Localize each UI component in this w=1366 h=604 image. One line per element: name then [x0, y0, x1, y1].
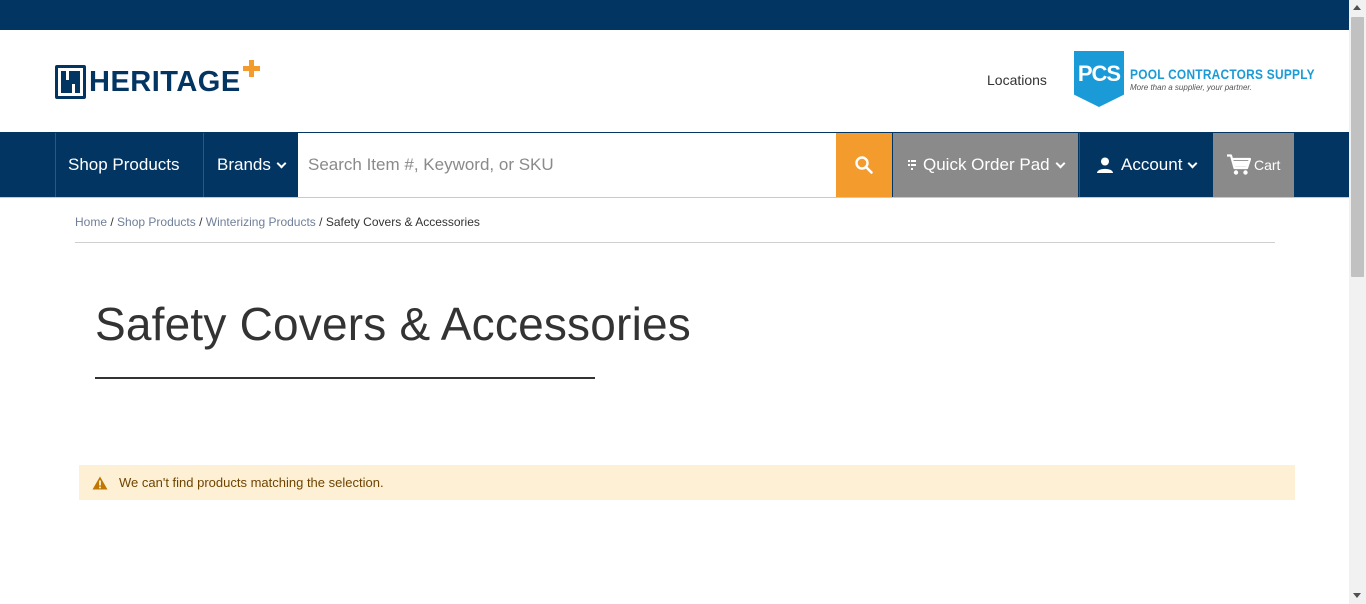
shop-products-label: Shop Products	[68, 155, 180, 174]
main-nav: Shop Products Brands Quick Order Pad Acc…	[0, 132, 1349, 198]
heritage-logo[interactable]: HERITAGE	[55, 60, 261, 99]
warning-icon	[92, 476, 108, 490]
account-label: Account	[1121, 155, 1183, 174]
order-pad-icon	[908, 160, 916, 170]
locations-link[interactable]: Locations	[987, 72, 1047, 88]
search-button[interactable]	[836, 133, 892, 197]
breadcrumb: Home / Shop Products / Winterizing Produ…	[75, 215, 480, 229]
breadcrumb-separator: /	[319, 215, 326, 229]
page-title: Safety Covers & Accessories	[95, 298, 691, 350]
breadcrumb-winterizing-products[interactable]: Winterizing Products	[206, 215, 316, 229]
pcs-logo[interactable]: PCS POOL CONTRACTORS SUPPLY More than a …	[1074, 51, 1347, 107]
user-icon	[1097, 157, 1113, 173]
chevron-down-icon	[1187, 158, 1198, 168]
cart-icon	[1227, 154, 1251, 175]
plus-icon	[242, 60, 261, 78]
pcs-shield-icon: PCS	[1074, 51, 1124, 107]
breadcrumb-shop-products[interactable]: Shop Products	[117, 215, 196, 229]
chevron-down-icon	[1055, 158, 1066, 168]
search-input[interactable]	[298, 133, 836, 197]
breadcrumb-current: Safety Covers & Accessories	[325, 215, 480, 229]
pcs-name: POOL CONTRACTORS SUPPLY	[1130, 66, 1315, 82]
scroll-down-arrow-icon[interactable]	[1353, 593, 1361, 598]
heritage-h-icon	[55, 65, 86, 99]
cart-button[interactable]: Cart	[1213, 133, 1294, 197]
brands-dropdown[interactable]: Brands	[205, 133, 298, 197]
chevron-down-icon	[276, 158, 287, 168]
breadcrumb-separator: /	[199, 215, 206, 229]
search-icon	[855, 156, 873, 174]
site-header: HERITAGE Locations PCS POOL CONTRACTORS …	[0, 30, 1349, 132]
breadcrumb-divider	[75, 242, 1275, 243]
account-dropdown[interactable]: Account	[1079, 133, 1212, 197]
cart-label: Cart	[1254, 157, 1281, 173]
pcs-tagline: More than a supplier, your partner.	[1130, 83, 1252, 92]
quick-order-pad-label: Quick Order Pad	[923, 155, 1050, 174]
breadcrumb-home[interactable]: Home	[75, 215, 107, 229]
brands-label: Brands	[217, 155, 271, 174]
vertical-scrollbar[interactable]	[1349, 0, 1366, 604]
notice-text: We can't find products matching the sele…	[119, 475, 384, 490]
quick-order-pad-dropdown[interactable]: Quick Order Pad	[893, 133, 1078, 197]
empty-results-notice: We can't find products matching the sele…	[79, 465, 1295, 500]
logo-text: HERITAGE	[89, 66, 241, 98]
title-underline	[95, 377, 595, 379]
top-bar	[0, 0, 1349, 30]
scrollbar-thumb[interactable]	[1351, 17, 1364, 277]
shop-products-button[interactable]: Shop Products	[55, 133, 204, 197]
scroll-up-arrow-icon[interactable]	[1353, 5, 1361, 10]
